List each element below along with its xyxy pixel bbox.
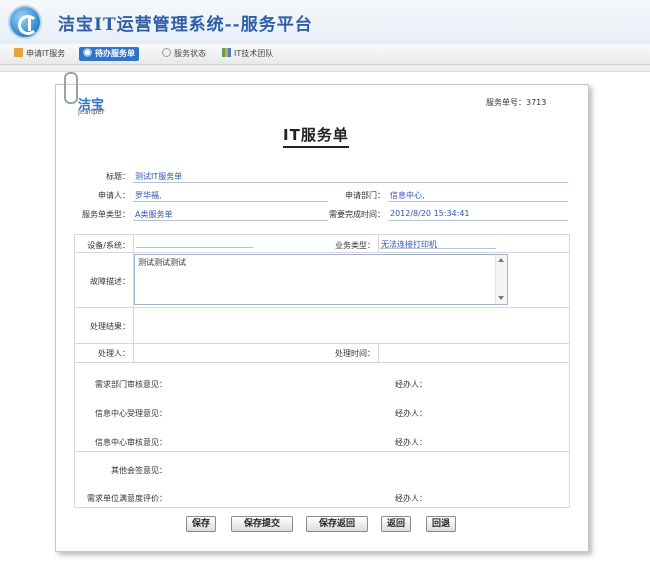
type-label: 服务单类型： [82, 210, 130, 219]
applicant-underline [133, 201, 328, 202]
review-dept-agent: 经办人： [395, 380, 427, 389]
row-divider [74, 362, 569, 363]
row-divider [74, 343, 569, 344]
rollback-button[interactable]: 回退 [426, 516, 456, 532]
nav-service-status[interactable]: 服务状态 [162, 47, 206, 61]
fault-description-textarea[interactable]: 测试测试测试 [134, 254, 508, 305]
type-value[interactable]: A类服务单 [135, 209, 172, 220]
save-return-button[interactable]: 保存返回 [306, 516, 368, 532]
dept-label: 申请部门： [345, 191, 385, 200]
dept-underline [388, 201, 568, 202]
review-satisfaction-label: 需求单位满意度评价： [87, 494, 167, 503]
nav-label: IT技术团队 [234, 49, 274, 58]
col-divider [378, 343, 379, 362]
team-icon [222, 48, 231, 57]
app-title: 洁宝IT运营管理系统--服务平台 [58, 15, 313, 35]
title-value[interactable]: 测试IT服务单 [135, 171, 182, 182]
paperclip-icon [64, 72, 78, 104]
return-button[interactable]: 返回 [381, 516, 411, 532]
save-submit-button[interactable]: 保存提交 [231, 516, 293, 532]
review-it-agent: 经办人： [395, 438, 427, 447]
nav-label: 申请IT服务 [26, 49, 66, 58]
review-satisfaction-agent: 经办人： [395, 494, 427, 503]
fault-label: 故障描述： [90, 277, 130, 286]
app-logo-icon [8, 5, 42, 39]
nav-it-team[interactable]: IT技术团队 [222, 47, 273, 61]
handle-time-label: 处理时间： [335, 349, 375, 358]
device-input-line[interactable] [136, 247, 253, 248]
due-value[interactable]: 2012/8/20 15:34:41 [390, 209, 470, 218]
due-label: 需要完成时间： [329, 210, 385, 219]
due-underline [388, 220, 568, 221]
review-dept-label: 需求部门审核意见： [95, 380, 167, 389]
clock-icon [162, 48, 171, 57]
nav-label: 待办服务单 [95, 49, 135, 58]
review-accept-label: 信息中心受理意见： [95, 409, 167, 418]
type-underline [133, 220, 328, 221]
pencil-icon [14, 48, 23, 57]
col-divider [378, 234, 379, 252]
nav-label: 服务状态 [174, 49, 206, 58]
review-it-label: 信息中心审核意见： [95, 438, 167, 447]
top-nav: 申请IT服务 待办服务单 服务状态 IT技术团队 [0, 44, 650, 65]
dept-value[interactable]: 信息中心, [390, 190, 425, 201]
scroll-up-icon[interactable] [498, 258, 504, 262]
nav-divider [0, 65, 650, 72]
title-underline [133, 182, 568, 183]
review-accept-agent: 经办人： [395, 409, 427, 418]
nav-apply-it-service[interactable]: 申请IT服务 [14, 47, 65, 61]
title-label: 标题： [106, 172, 130, 181]
brand-logo-sub: jeanper [78, 108, 105, 116]
form-title: IT服务单 [283, 124, 349, 148]
fault-description-text: 测试测试测试 [138, 258, 186, 267]
device-label: 设备/系统： [87, 241, 130, 250]
textarea-scrollbar[interactable] [495, 255, 507, 304]
row-divider [74, 307, 569, 308]
app-header: 洁宝IT运营管理系统--服务平台 [0, 0, 650, 44]
row-divider [74, 451, 569, 452]
result-label: 处理结果： [90, 322, 130, 331]
applicant-value[interactable]: 罗华福, [135, 190, 162, 201]
applicant-label: 申请人： [98, 191, 130, 200]
biz-type-label: 业务类型： [335, 241, 375, 250]
gear-icon [83, 48, 92, 57]
biz-type-underline [380, 248, 496, 249]
handler-label: 处理人： [98, 349, 130, 358]
review-other-label: 其他会签意见： [111, 466, 167, 475]
row-divider [74, 252, 569, 253]
save-button[interactable]: 保存 [186, 516, 216, 532]
nav-pending-orders[interactable]: 待办服务单 [79, 47, 139, 61]
scroll-down-icon[interactable] [498, 296, 504, 300]
ticket-number: 服务单号：3713 [486, 98, 547, 107]
